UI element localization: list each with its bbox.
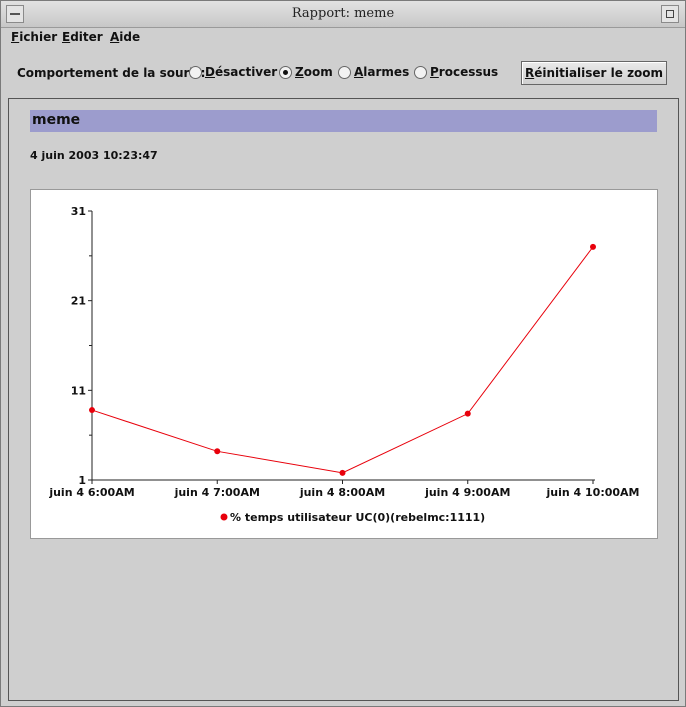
menu-bar: Fichier Editer Aide [1, 28, 685, 48]
data-point [339, 469, 346, 476]
maximize-button[interactable] [661, 5, 679, 23]
menu-aide-mnemonic: A [110, 30, 120, 44]
menu-editer-mnemonic: E [62, 30, 71, 44]
menu-editer-label: diter [70, 30, 103, 44]
radio-desactiver-indicator [189, 66, 202, 79]
x-tick-label: juin 4 8:00AM [299, 486, 385, 499]
series-line [91, 246, 594, 474]
chart-panel[interactable]: 1 11 21 31 juin 4 6:00AM juin 4 7:00AM juin 4 … [30, 189, 658, 539]
legend-label: % temps utilisateur UC(0)(rebelmc:1111) [230, 511, 485, 524]
title-bar[interactable]: Rapport: meme [1, 1, 685, 28]
y-tick-label: 21 [71, 295, 86, 308]
mouse-toolbar: Comportement de la souris: Désactiver Zo… [1, 49, 685, 97]
reset-zoom-label: éinitialiser le zoom [534, 66, 664, 80]
report-window: Rapport: meme Fichier Editer Aide Compor… [0, 0, 686, 707]
x-tick-label: juin 4 9:00AM [424, 486, 510, 499]
data-point [464, 410, 471, 417]
radio-desactiver-label: Désactiver [205, 65, 278, 79]
menu-aide-label: ide [119, 30, 141, 44]
data-point [214, 448, 221, 455]
radio-alarmes-indicator [338, 66, 351, 79]
data-point [590, 243, 596, 250]
x-tick-label: juin 4 6:00AM [48, 486, 134, 499]
y-tick-label: 31 [71, 205, 86, 218]
y-tick-label: 11 [71, 384, 86, 397]
radio-zoom-indicator [279, 66, 292, 79]
radio-zoom-label: Zoom [295, 65, 333, 79]
radio-alarmes-label: Alarmes [354, 65, 410, 79]
menu-fichier[interactable]: Fichier [11, 30, 57, 44]
mouse-behavior-label: Comportement de la souris: [17, 66, 206, 80]
maximize-icon [666, 10, 674, 18]
legend-marker [220, 513, 228, 521]
report-name: meme [32, 112, 81, 128]
line-chart: 1112131juin 4 6:00AM juin 4 7:00AM juin 4 … [48, 205, 640, 524]
reset-zoom-mnemonic: R [524, 66, 535, 80]
reset-zoom-button[interactable]: Réinitialiser le zoom [521, 61, 667, 85]
data-point [89, 407, 95, 414]
report-header-band: meme [30, 110, 657, 132]
x-tick-label: juin 4 10:00AM [546, 486, 640, 499]
menu-fichier-mnemonic: F [11, 30, 20, 44]
report-panel: meme 4 juin 2003 10:23:47 1 11 21 31 juin 4 … [8, 98, 679, 701]
window-title: Rapport: meme [291, 6, 395, 21]
radio-processus-label: Processus [430, 65, 499, 79]
report-date: 4 juin 2003 10:23:47 [30, 149, 158, 162]
menu-aide[interactable]: Aide [110, 30, 140, 44]
menu-editer[interactable]: Editer [62, 30, 103, 44]
x-tick-label: juin 4 7:00AM [174, 486, 260, 499]
menu-fichier-label: ichier [19, 30, 58, 44]
radio-processus-indicator [414, 66, 427, 79]
